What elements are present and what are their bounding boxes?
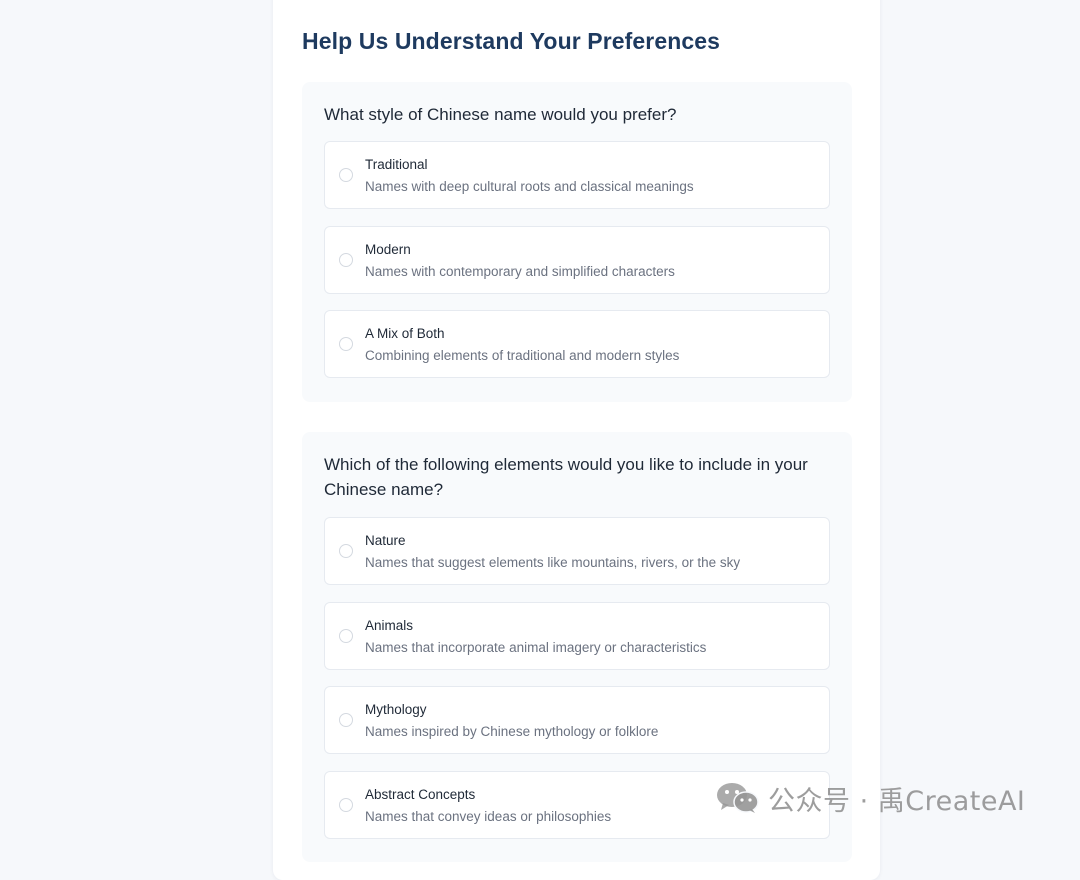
option-description: Names inspired by Chinese mythology or f… — [365, 724, 659, 739]
option-description: Names with contemporary and simplified c… — [365, 264, 675, 279]
radio-button[interactable] — [339, 544, 353, 558]
watermark: 公众号 · 禹CreateAI — [716, 780, 1026, 817]
option-label: Nature — [365, 533, 406, 548]
question-name-style: What style of Chinese name would you pre… — [302, 82, 852, 402]
radio-button[interactable] — [339, 168, 353, 182]
option-mix-of-both[interactable]: A Mix of Both Combining elements of trad… — [324, 310, 830, 378]
radio-button[interactable] — [339, 629, 353, 643]
question-text: Which of the following elements would yo… — [324, 455, 808, 499]
radio-button[interactable] — [339, 253, 353, 267]
option-animals[interactable]: Animals Names that incorporate animal im… — [324, 602, 830, 670]
option-modern[interactable]: Modern Names with contemporary and simpl… — [324, 226, 830, 294]
option-nature[interactable]: Nature Names that suggest elements like … — [324, 517, 830, 585]
radio-button[interactable] — [339, 337, 353, 351]
option-description: Names that convey ideas or philosophies — [365, 809, 612, 824]
option-label: A Mix of Both — [365, 326, 445, 341]
option-label: Modern — [365, 242, 411, 257]
watermark-text: 公众号 · 禹CreateAI — [768, 785, 1026, 817]
option-mythology[interactable]: Mythology Names inspired by Chinese myth… — [324, 686, 830, 754]
option-label: Abstract Concepts — [365, 787, 476, 802]
option-description: Combining elements of traditional and mo… — [365, 348, 680, 363]
question-text: What style of Chinese name would you pre… — [324, 105, 677, 124]
radio-button[interactable] — [339, 713, 353, 727]
radio-button[interactable] — [339, 798, 353, 812]
option-description: Names that suggest elements like mountai… — [365, 555, 741, 570]
option-traditional[interactable]: Traditional Names with deep cultural roo… — [324, 141, 830, 209]
page-title: Help Us Understand Your Preferences — [302, 28, 721, 54]
option-description: Names that incorporate animal imagery or… — [365, 640, 707, 655]
option-label: Mythology — [365, 702, 427, 717]
option-description: Names with deep cultural roots and class… — [365, 179, 694, 194]
option-label: Traditional — [365, 157, 428, 172]
wechat-icon — [717, 783, 759, 813]
option-label: Animals — [365, 618, 414, 633]
